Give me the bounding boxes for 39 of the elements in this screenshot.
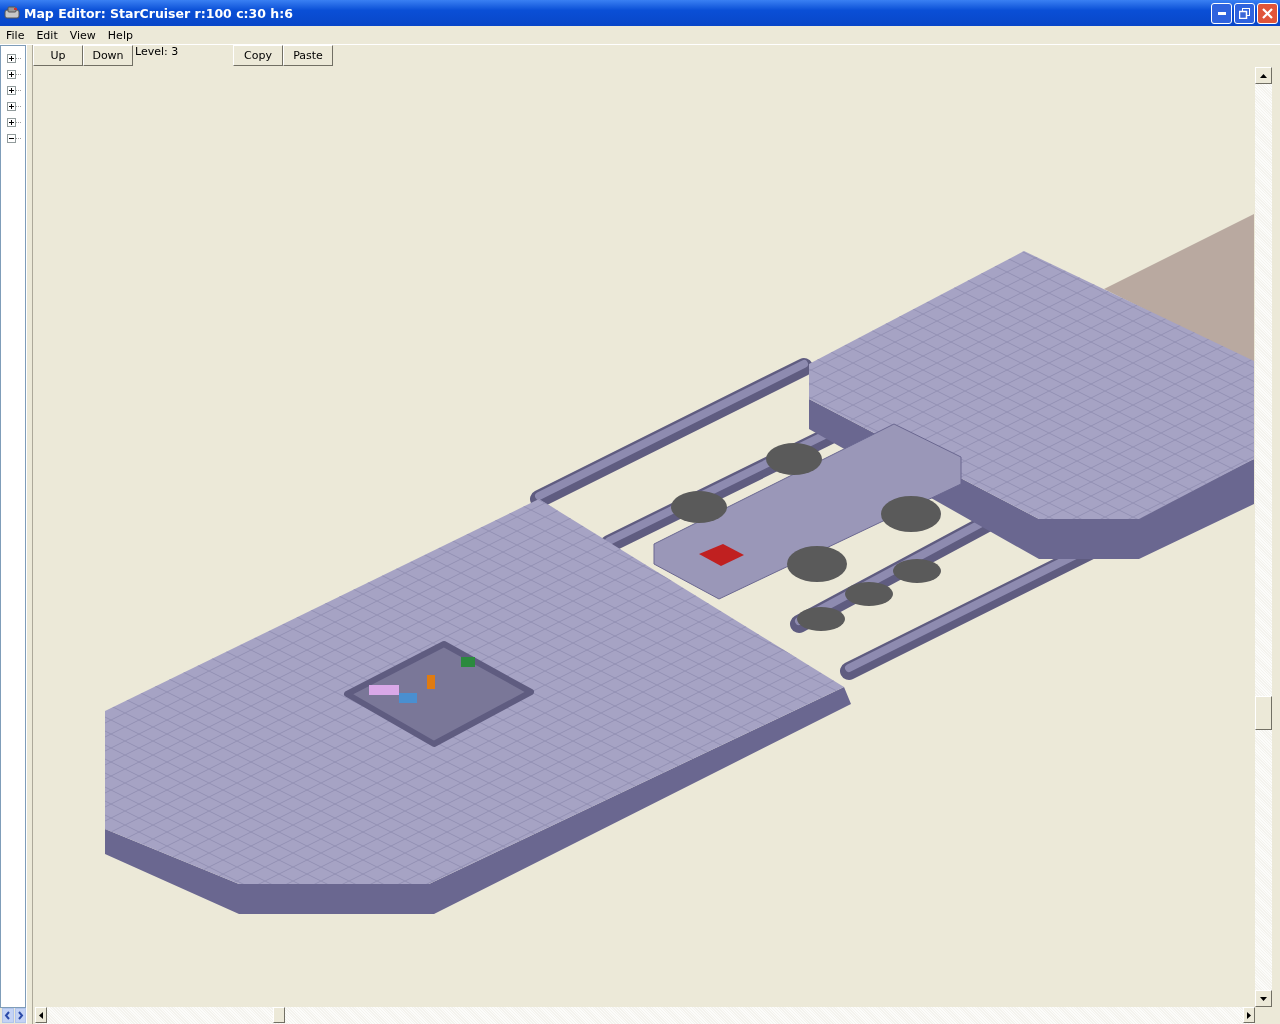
menu-item[interactable]: Help bbox=[101, 28, 139, 42]
left-arrow-icon bbox=[39, 1011, 43, 1019]
level-label: Level: 3 bbox=[134, 45, 180, 58]
toolbar-button[interactable]: Down bbox=[83, 45, 133, 66]
down-arrow-icon bbox=[1260, 996, 1267, 1001]
toolbar-button[interactable]: Paste bbox=[283, 45, 333, 66]
minimize-button[interactable] bbox=[1211, 2, 1232, 24]
scrollbar-thumb[interactable] bbox=[273, 1007, 285, 1023]
expand-icon[interactable] bbox=[7, 69, 16, 79]
menu-item[interactable]: View bbox=[63, 28, 102, 42]
right-arrow-icon bbox=[1247, 1011, 1251, 1019]
scroll-right-button[interactable] bbox=[14, 1008, 26, 1023]
expand-icon[interactable] bbox=[7, 53, 16, 63]
expand-icon[interactable] bbox=[7, 117, 16, 127]
expand-icon[interactable] bbox=[7, 101, 16, 111]
scroll-left-button[interactable] bbox=[2, 1008, 14, 1023]
expand-icon[interactable] bbox=[7, 85, 16, 95]
vertical-scrollbar[interactable] bbox=[1255, 67, 1272, 1007]
scroll-up-button[interactable] bbox=[1255, 67, 1272, 84]
minimize-icon bbox=[1217, 11, 1226, 15]
toolbar-button[interactable]: Copy bbox=[233, 45, 283, 66]
collapse-icon[interactable] bbox=[7, 133, 16, 143]
menu-item[interactable]: Edit bbox=[30, 28, 64, 42]
chevron-right-icon bbox=[16, 1011, 24, 1020]
horizontal-scrollbar[interactable] bbox=[35, 1007, 1255, 1024]
up-arrow-icon bbox=[1260, 73, 1267, 78]
toolbar-button[interactable]: Up bbox=[33, 45, 83, 66]
close-button[interactable] bbox=[1257, 2, 1278, 24]
close-icon bbox=[1262, 7, 1273, 19]
restore-icon bbox=[1239, 7, 1250, 19]
scrollbar-thumb[interactable] bbox=[1255, 696, 1272, 730]
scroll-left-arrow-button[interactable] bbox=[35, 1007, 47, 1023]
chevron-left-icon bbox=[4, 1011, 12, 1020]
scroll-down-button[interactable] bbox=[1255, 990, 1272, 1007]
window-title: Map Editor: StarCruiser r:100 c:30 h:6 bbox=[24, 5, 294, 21]
menu-item[interactable]: File bbox=[0, 28, 31, 42]
app-icon bbox=[4, 5, 20, 21]
restore-button[interactable] bbox=[1234, 2, 1255, 24]
scroll-right-arrow-button[interactable] bbox=[1243, 1007, 1255, 1023]
